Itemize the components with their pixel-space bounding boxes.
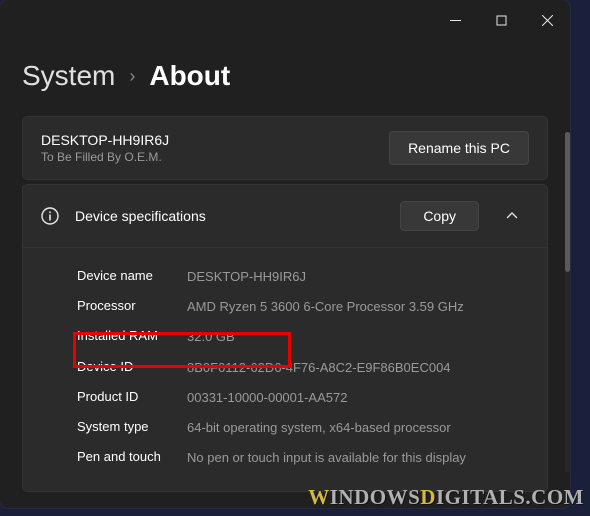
close-button[interactable] xyxy=(524,0,570,40)
close-icon xyxy=(542,15,553,26)
scrollbar[interactable] xyxy=(565,132,570,472)
pc-oem: To Be Filled By O.E.M. xyxy=(41,150,169,164)
spec-label: System type xyxy=(77,419,187,434)
chevron-right-icon: › xyxy=(129,66,135,87)
spec-label: Product ID xyxy=(77,389,187,404)
pc-name: DESKTOP-HH9IR6J xyxy=(41,132,169,148)
spec-value: No pen or touch input is available for t… xyxy=(187,449,466,467)
breadcrumb-parent[interactable]: System xyxy=(22,60,115,92)
spec-system-type: System type 64-bit operating system, x64… xyxy=(77,413,529,443)
spec-value: 32.0 GB xyxy=(187,328,235,346)
pc-name-block: DESKTOP-HH9IR6J To Be Filled By O.E.M. xyxy=(41,132,169,164)
info-icon xyxy=(41,207,59,225)
spec-value: 00331-10000-00001-AA572 xyxy=(187,389,347,407)
settings-window: System › About DESKTOP-HH9IR6J To Be Fil… xyxy=(0,0,570,508)
breadcrumb: System › About xyxy=(0,40,570,116)
maximize-icon xyxy=(496,15,507,26)
pc-info-card: DESKTOP-HH9IR6J To Be Filled By O.E.M. R… xyxy=(22,116,548,180)
titlebar xyxy=(0,0,570,40)
minimize-button[interactable] xyxy=(432,0,478,40)
spec-pen-touch: Pen and touch No pen or touch input is a… xyxy=(77,443,529,473)
spec-label: Installed RAM xyxy=(77,328,187,343)
card-title: Device specifications xyxy=(75,208,384,224)
spec-label: Device ID xyxy=(77,359,187,374)
minimize-icon xyxy=(450,15,461,26)
spec-value: 64-bit operating system, x64-based proce… xyxy=(187,419,451,437)
spec-label: Device name xyxy=(77,268,187,283)
spec-device-name: Device name DESKTOP-HH9IR6J xyxy=(77,262,529,292)
spec-processor: Processor AMD Ryzen 5 3600 6-Core Proces… xyxy=(77,292,529,322)
copy-button[interactable]: Copy xyxy=(400,201,479,231)
card-header[interactable]: Device specifications Copy xyxy=(23,185,547,248)
scrollbar-thumb[interactable] xyxy=(565,132,570,272)
spec-label: Processor xyxy=(77,298,187,313)
spec-value: DESKTOP-HH9IR6J xyxy=(187,268,306,286)
spec-value: 8B0F0112-62D6-4F76-A8C2-E9F86B0EC004 xyxy=(187,359,451,377)
spec-body: Device name DESKTOP-HH9IR6J Processor AM… xyxy=(23,248,547,491)
spec-label: Pen and touch xyxy=(77,449,187,464)
content-area: DESKTOP-HH9IR6J To Be Filled By O.E.M. R… xyxy=(0,116,570,492)
rename-pc-button[interactable]: Rename this PC xyxy=(389,131,529,165)
maximize-button[interactable] xyxy=(478,0,524,40)
spec-value: AMD Ryzen 5 3600 6-Core Processor 3.59 G… xyxy=(187,298,464,316)
spec-product-id: Product ID 00331-10000-00001-AA572 xyxy=(77,383,529,413)
spec-device-id: Device ID 8B0F0112-62D6-4F76-A8C2-E9F86B… xyxy=(77,353,529,383)
page-title: About xyxy=(149,60,230,92)
chevron-up-icon xyxy=(505,209,519,223)
watermark: WINDOWSDIGITALS.COM xyxy=(308,485,584,510)
collapse-button[interactable] xyxy=(495,199,529,233)
spec-installed-ram: Installed RAM 32.0 GB xyxy=(77,322,529,352)
device-specifications-card: Device specifications Copy Device name D… xyxy=(22,184,548,492)
